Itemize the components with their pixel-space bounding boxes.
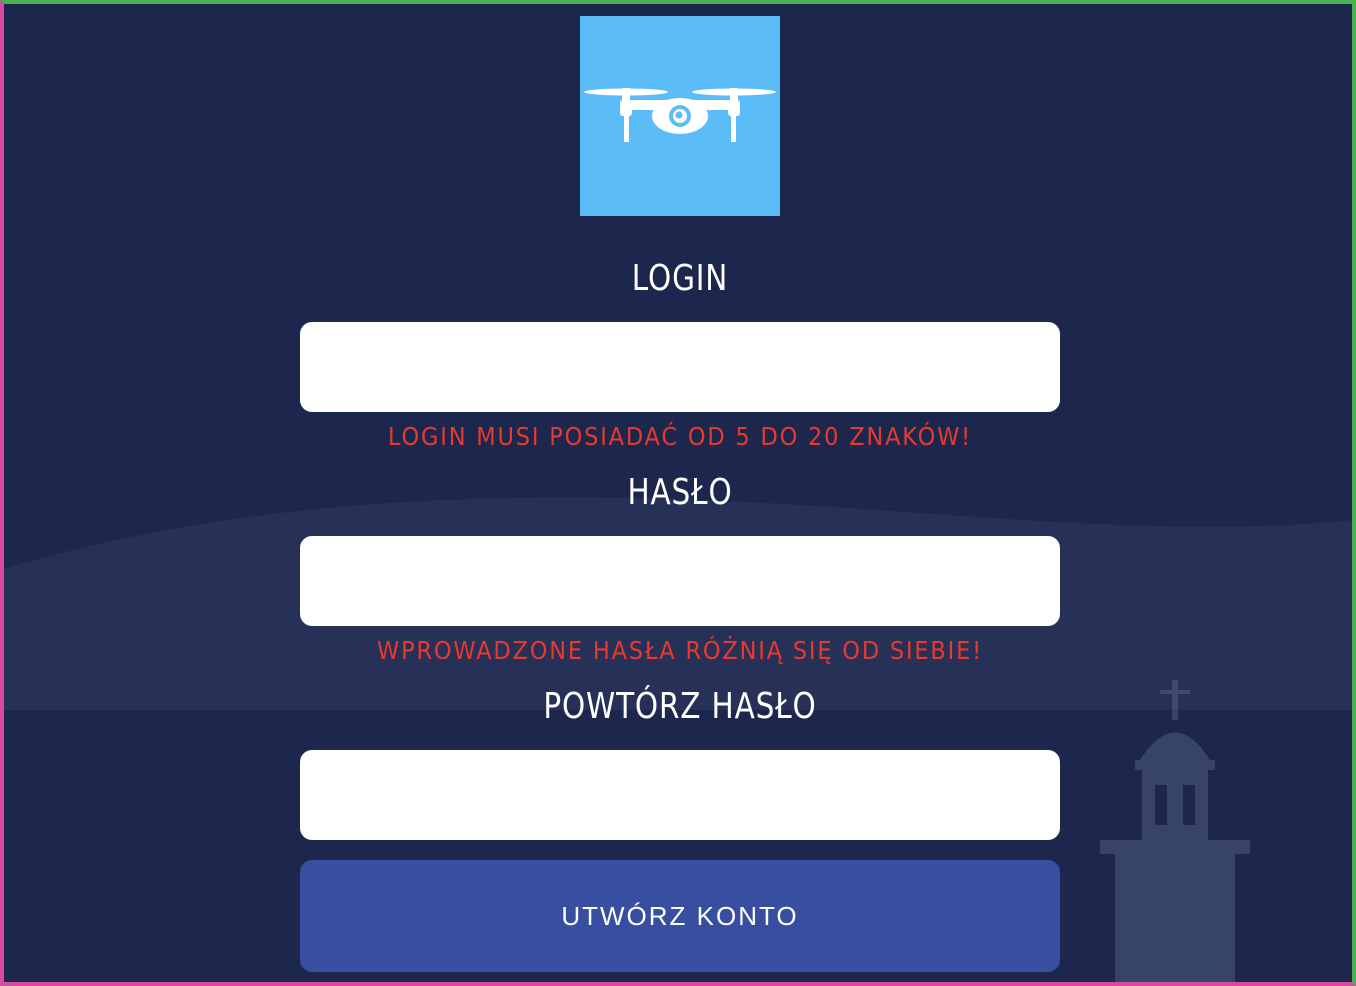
background-lighthouse bbox=[1100, 680, 1250, 986]
password-input[interactable] bbox=[300, 536, 1060, 626]
repeat-password-label: POWTÓRZ HASŁO bbox=[543, 686, 817, 727]
password-label: HASŁO bbox=[627, 472, 733, 513]
password-error-message: WPROWADZONE HASŁA RÓŻNIĄ SIĘ OD SIEBIE! bbox=[377, 636, 983, 665]
app-logo bbox=[580, 16, 780, 216]
create-account-button[interactable]: UTWÓRZ KONTO bbox=[300, 860, 1060, 972]
login-input[interactable] bbox=[300, 322, 1060, 412]
login-error-message: LOGIN MUSI POSIADAĆ OD 5 DO 20 ZNAKÓW! bbox=[387, 422, 972, 451]
repeat-password-input[interactable] bbox=[300, 750, 1060, 840]
drone-icon bbox=[584, 88, 776, 142]
login-label: LOGIN bbox=[631, 258, 729, 299]
